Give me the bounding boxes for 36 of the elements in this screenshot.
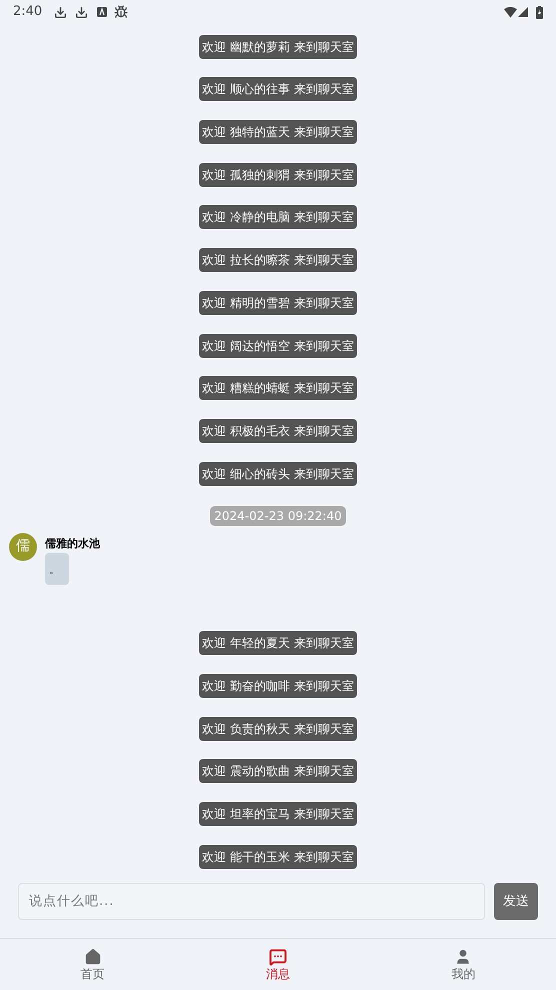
message-input[interactable]: 说点什么吧...: [18, 883, 485, 920]
join-notice: 欢迎 拉长的嚓茶 来到聊天室: [199, 248, 357, 272]
chat-bubble-icon: [268, 948, 287, 966]
download-icon: [54, 6, 68, 18]
download-icon: [75, 6, 88, 18]
status-time: 2:40: [13, 3, 42, 22]
nav-tab[interactable]: 消息: [185, 939, 371, 990]
join-notice: 欢迎 震动的歌曲 来到聊天室: [199, 759, 357, 784]
join-notice: 欢迎 顺心的往事 来到聊天室: [199, 77, 357, 102]
timestamp: 2024-02-23 09:22:40: [210, 506, 346, 526]
join-notice: 欢迎 细心的砖头 来到聊天室: [199, 462, 357, 486]
wifi-icon: [504, 6, 517, 18]
avatar: 儒: [9, 532, 37, 561]
sender-name: 儒雅的水池: [45, 536, 100, 550]
message-bubble: 。: [45, 552, 69, 585]
join-notice: 欢迎 独特的蓝天 来到聊天室: [199, 120, 357, 144]
bug-icon: [114, 5, 128, 19]
app-notification-icon: [97, 7, 108, 17]
nav-tab[interactable]: 首页: [0, 939, 186, 990]
join-notice: 欢迎 冷静的电脑 来到聊天室: [199, 205, 357, 230]
join-notice: 欢迎 坦率的宝马 来到聊天室: [199, 802, 357, 826]
signal-icon: [518, 7, 528, 17]
join-notice: 欢迎 阔达的悟空 来到聊天室: [199, 334, 357, 358]
join-notice: 欢迎 年轻的夏天 来到聊天室: [199, 631, 357, 656]
home-icon: [84, 948, 102, 966]
join-notice: 欢迎 勤奋的咖啡 来到聊天室: [199, 674, 357, 698]
nav-tab[interactable]: 我的: [370, 939, 556, 990]
join-notice: 欢迎 能干的玉米 来到聊天室: [199, 844, 357, 869]
send-button[interactable]: 发送: [494, 883, 538, 920]
join-notice: 欢迎 负责的秋天 来到聊天室: [199, 716, 357, 741]
join-notice: 欢迎 糟糕的蜻蜓 来到聊天室: [199, 376, 357, 400]
join-notice: 欢迎 积极的毛衣 来到聊天室: [199, 418, 357, 443]
join-notice: 欢迎 孤独的刺猬 来到聊天室: [199, 162, 357, 187]
battery-icon: [536, 6, 543, 18]
join-notice: 欢迎 精明的雪碧 来到聊天室: [199, 290, 357, 315]
join-notice: 欢迎 幽默的萝莉 来到聊天室: [199, 34, 357, 59]
